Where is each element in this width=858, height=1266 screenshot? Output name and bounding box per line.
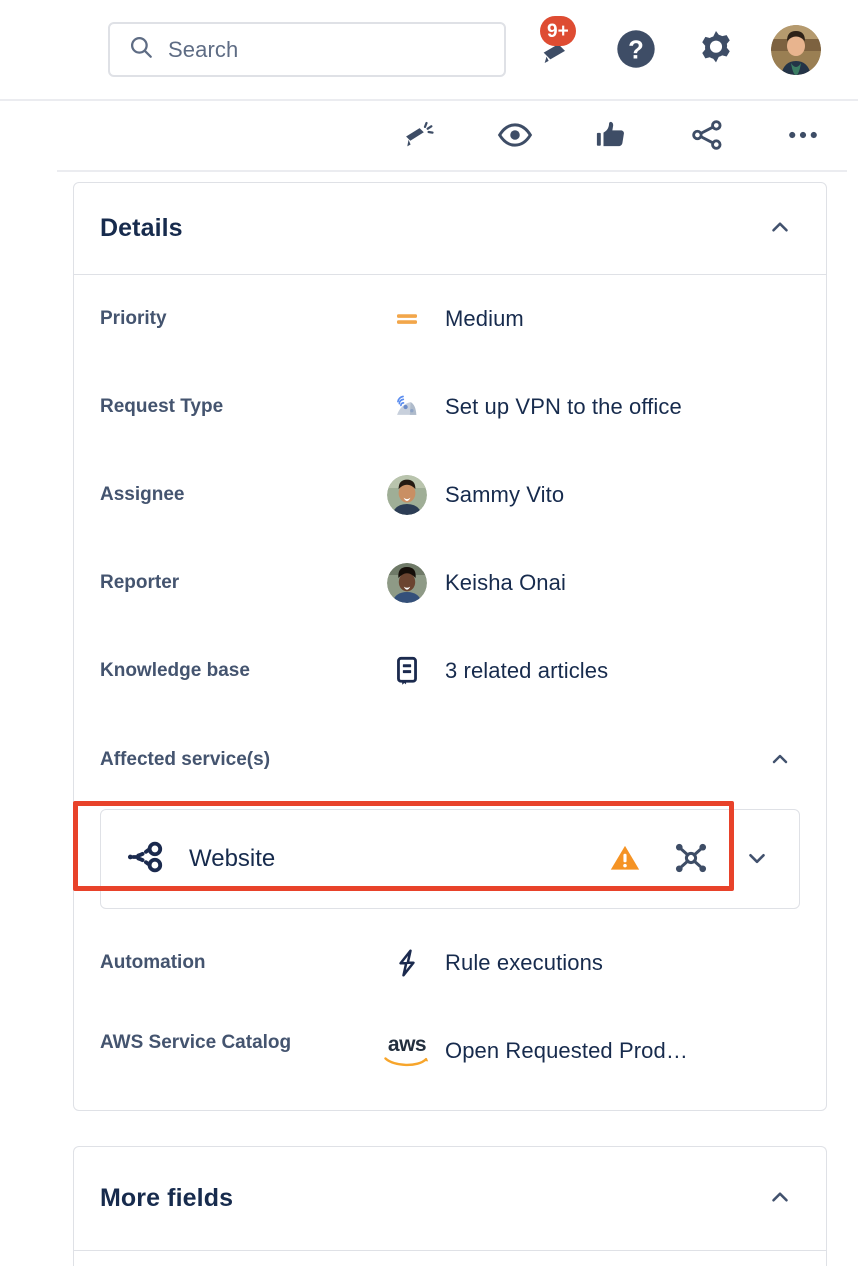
chevron-up-icon xyxy=(767,214,793,243)
chevron-up-icon xyxy=(768,747,792,774)
details-panel-header: Details xyxy=(74,183,826,275)
field-value-text: Set up VPN to the office xyxy=(445,394,682,419)
field-value-text: Rule executions xyxy=(445,950,604,975)
field-row-knowledge-base: Knowledge base 3 related articles xyxy=(100,627,800,715)
affected-services-header: Affected service(s) xyxy=(100,715,800,793)
reporter-value[interactable]: Keisha Onai xyxy=(385,539,566,605)
gear-icon xyxy=(694,27,738,74)
automation-value[interactable]: Rule executions xyxy=(385,919,603,985)
affected-services-title: Affected service(s) xyxy=(100,749,271,770)
thumbs-up-icon xyxy=(593,117,629,156)
issue-actions-toolbar xyxy=(0,101,858,171)
more-fields-panel-header: More fields xyxy=(74,1147,826,1251)
give-feedback-button[interactable] xyxy=(388,108,450,164)
profile-button[interactable] xyxy=(768,22,824,78)
lightning-bolt-icon xyxy=(385,947,429,979)
field-row-aws-service-catalog: AWS Service Catalog aws Open Requested P… xyxy=(100,1007,800,1095)
field-value-text: Medium xyxy=(445,306,524,331)
field-label: Assignee xyxy=(100,484,185,505)
warning-triangle-icon xyxy=(608,841,642,878)
more-fields-collapse-button[interactable] xyxy=(760,1179,800,1219)
notification-badge: 9+ xyxy=(540,16,576,46)
toolbar-divider xyxy=(57,170,847,172)
service-branch-icon xyxy=(123,835,167,884)
search-placeholder-text: Search xyxy=(168,36,239,62)
field-value-text: Open Requested Prod… xyxy=(445,1038,688,1063)
more-fields-panel: More fields xyxy=(73,1146,827,1266)
more-options-button[interactable] xyxy=(772,108,834,164)
field-value-text: 3 related articles xyxy=(445,658,609,683)
request-type-value[interactable]: Set up VPN to the office xyxy=(385,363,682,429)
search-input[interactable]: Search xyxy=(108,22,506,77)
details-fields-list: Priority Medium Request Type Set up VPN … xyxy=(74,275,826,1095)
field-row-request-type: Request Type Set up VPN to the office xyxy=(100,363,800,451)
assignee-value[interactable]: Sammy Vito xyxy=(385,451,564,517)
eye-icon xyxy=(496,116,534,157)
field-row-priority: Priority Medium xyxy=(100,275,800,363)
dependency-graph-icon xyxy=(672,839,710,880)
aws-logo: aws xyxy=(384,1033,429,1068)
service-card-website[interactable]: Website xyxy=(100,809,800,909)
field-label: Reporter xyxy=(100,572,180,593)
satellite-dish-icon xyxy=(385,390,429,424)
share-button[interactable] xyxy=(676,108,738,164)
watch-button[interactable] xyxy=(484,108,546,164)
app-header: Search 9+ ? xyxy=(0,0,858,101)
notifications-button[interactable]: 9+ xyxy=(528,16,584,78)
service-expand-button[interactable] xyxy=(735,837,779,881)
priority-medium-icon xyxy=(385,304,429,334)
priority-value[interactable]: Medium xyxy=(385,275,524,341)
search-icon xyxy=(128,34,154,65)
chevron-up-icon xyxy=(767,1184,793,1213)
field-row-assignee: Assignee Sammy Vito xyxy=(100,451,800,539)
dependency-graph-button[interactable] xyxy=(669,837,713,881)
field-row-reporter: Reporter Keisha Onai xyxy=(100,539,800,627)
reporter-avatar xyxy=(385,563,429,603)
more-options-icon xyxy=(784,116,822,157)
app-header-actions: 9+ ? xyxy=(528,16,824,78)
aws-service-catalog-value[interactable]: aws Open Requested Prod… xyxy=(384,1007,688,1073)
details-collapse-button[interactable] xyxy=(760,209,800,249)
svg-text:?: ? xyxy=(628,36,644,64)
field-row-automation: Automation Rule executions xyxy=(100,919,800,1007)
field-label: AWS Service Catalog xyxy=(100,1032,292,1053)
like-button[interactable] xyxy=(580,108,642,164)
aws-logo-text: aws xyxy=(387,1033,427,1056)
affected-services-collapse-button[interactable] xyxy=(760,740,800,780)
assignee-avatar xyxy=(385,475,429,515)
knowledge-base-icon xyxy=(385,655,429,687)
megaphone-icon xyxy=(401,117,437,156)
field-label: Automation xyxy=(100,952,206,973)
knowledge-base-value[interactable]: 3 related articles xyxy=(385,627,608,693)
field-label: Knowledge base xyxy=(100,660,250,681)
details-panel: Details Priority Medium Request Type Set… xyxy=(73,182,827,1111)
chevron-down-icon xyxy=(744,845,770,874)
field-label: Request Type xyxy=(100,396,224,417)
field-value-text: Keisha Onai xyxy=(445,570,566,595)
page-title: Details xyxy=(100,214,183,242)
service-status-button[interactable] xyxy=(603,837,647,881)
more-fields-title: More fields xyxy=(100,1184,234,1212)
avatar xyxy=(771,25,821,75)
field-value-text: Sammy Vito xyxy=(445,482,565,507)
service-name: Website xyxy=(189,845,276,872)
help-circle-icon: ? xyxy=(614,27,658,74)
settings-button[interactable] xyxy=(688,22,744,78)
help-button[interactable]: ? xyxy=(608,22,664,78)
share-icon xyxy=(689,117,725,156)
field-label: Priority xyxy=(100,308,167,329)
